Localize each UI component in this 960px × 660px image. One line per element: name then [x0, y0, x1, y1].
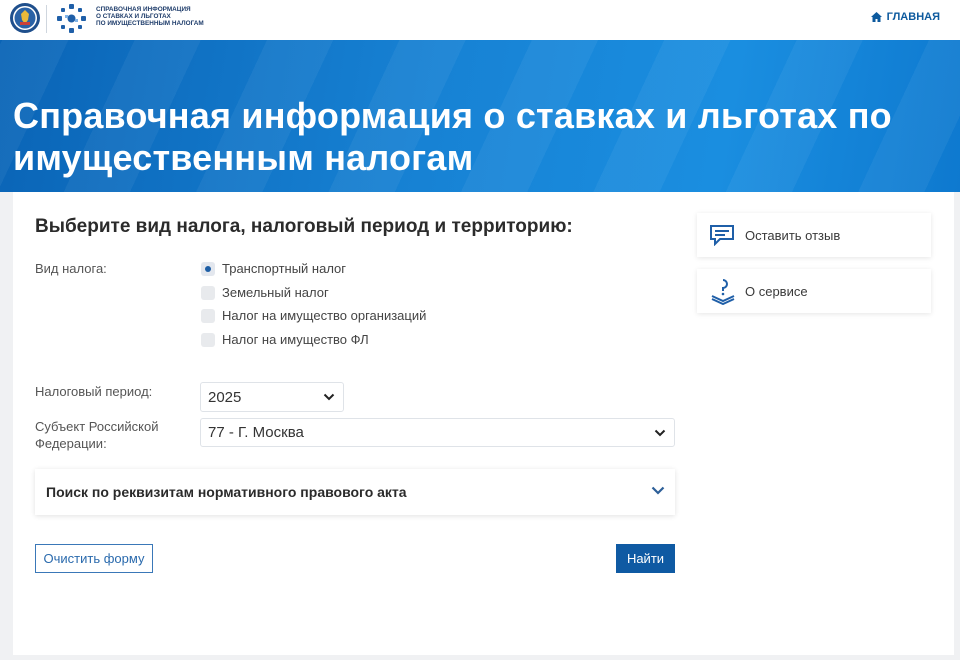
form-section-title: Выберите вид налога, налоговый период и …	[35, 216, 573, 237]
region-label-line2: Федерации:	[35, 436, 107, 451]
about-service-icon	[711, 279, 735, 305]
region-label: Субъект Российской Федерации:	[35, 418, 158, 452]
about-service-label: О сервисе	[745, 283, 808, 299]
fns-emblem-icon[interactable]	[9, 2, 41, 34]
legal-act-search-accordion[interactable]: Поиск по реквизитам нормативного правово…	[35, 469, 675, 515]
chevron-down-icon	[323, 393, 335, 401]
radio-button[interactable]	[201, 332, 215, 347]
home-icon	[870, 12, 882, 22]
radio-label: Земельный налог	[222, 285, 329, 300]
tax-period-select[interactable]: 2025	[200, 382, 344, 412]
region-select[interactable]: 77 - Г. Москва	[200, 418, 675, 447]
radio-label: Налог на имущество ФЛ	[222, 332, 369, 347]
hero-banner: Справочная информация о ставках и льгота…	[0, 40, 960, 192]
leave-feedback-link[interactable]: Оставить отзыв	[697, 213, 931, 257]
accordion-label: Поиск по реквизитам нормативного правово…	[46, 484, 407, 500]
about-service-link[interactable]: О сервисе	[697, 269, 931, 313]
find-button[interactable]: Найти	[616, 544, 675, 573]
radio-transport-tax[interactable]: Транспортный налог	[201, 261, 346, 276]
clear-form-button[interactable]: Очистить форму	[35, 544, 153, 573]
main-card: Выберите вид налога, налоговый период и …	[13, 192, 954, 655]
service-logo-text: СПРАВОЧНАЯ ИНФОРМАЦИЯ О СТАВКАХ И ЛЬГОТА…	[96, 6, 204, 28]
region-value: 77 - Г. Москва	[208, 424, 304, 441]
feedback-icon	[710, 225, 734, 246]
radio-button[interactable]	[201, 308, 215, 323]
radio-label: Налог на имущество организаций	[222, 308, 427, 323]
chevron-down-icon	[651, 486, 665, 495]
chevron-down-icon	[654, 429, 666, 436]
region-label-line1: Субъект Российской	[35, 419, 159, 434]
radio-org-property-tax[interactable]: Налог на имущество организаций	[201, 308, 426, 323]
radio-button-checked[interactable]	[201, 261, 215, 276]
tax-period-label: Налоговый период:	[35, 384, 153, 399]
radio-personal-property-tax[interactable]: Налог на имущество ФЛ	[201, 332, 369, 347]
top-bar: СПРАВОЧНАЯ ИНФОРМАЦИЯ О СТАВКАХ И ЛЬГОТА…	[0, 0, 960, 40]
radio-button[interactable]	[201, 285, 215, 300]
radio-label: Транспортный налог	[222, 261, 347, 276]
logo-divider	[46, 5, 47, 33]
home-link-label: ГЛАВНАЯ	[886, 11, 940, 23]
radio-land-tax[interactable]: Земельный налог	[201, 285, 329, 300]
page-title: Справочная информация о ставках и льгота…	[13, 95, 892, 178]
tax-type-label: Вид налога:	[35, 261, 107, 276]
tax-period-value: 2025	[208, 388, 242, 406]
service-logo-icon[interactable]	[55, 2, 88, 35]
feedback-label: Оставить отзыв	[745, 227, 841, 243]
home-link[interactable]: ГЛАВНАЯ	[870, 11, 940, 23]
